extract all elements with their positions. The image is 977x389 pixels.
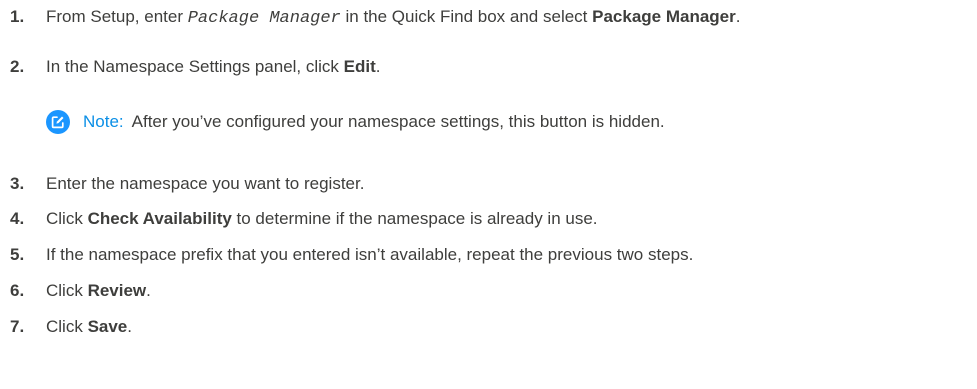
- step-text: .: [375, 57, 381, 76]
- ui-path-code: Package Manager: [187, 9, 341, 28]
- step-number: 7.: [10, 317, 25, 336]
- step-text: Enter the namespace you want to register…: [46, 174, 365, 193]
- note-label: Note:: [83, 112, 124, 131]
- step-number: 3.: [10, 174, 25, 193]
- step-number: 2.: [10, 57, 25, 76]
- step-number: 4.: [10, 209, 25, 228]
- step-text: to determine if the namespace is already…: [231, 209, 598, 228]
- step-2: 2. In the Namespace Settings panel, click…: [0, 55, 381, 79]
- step-text: Click: [46, 209, 88, 228]
- ui-element-name: Review: [87, 281, 147, 300]
- step-7: 7. Click Save.: [0, 315, 132, 339]
- step-4: 4. Click Check Availability to determine …: [0, 207, 598, 231]
- step-text: .: [127, 317, 132, 336]
- ui-element-name: Check Availability: [87, 209, 232, 228]
- step-text: .: [146, 281, 151, 300]
- ui-element-name: Edit: [343, 57, 376, 76]
- step-text: in the Quick Find box and select: [340, 7, 593, 26]
- ui-element-name: Package Manager: [592, 7, 736, 26]
- step-number: 1.: [10, 7, 25, 26]
- step-3: 3. Enter the namespace you want to regist…: [0, 172, 364, 196]
- step-text: Click: [46, 281, 88, 300]
- note-callout: Note: After you’ve configured your names…: [46, 109, 665, 135]
- step-number: 5.: [10, 245, 25, 264]
- step-number: 6.: [10, 281, 25, 300]
- step-text: In the Namespace Settings panel, click: [46, 57, 344, 76]
- edit-note-icon: [46, 110, 70, 134]
- note-text: After you’ve configured your namespace s…: [131, 112, 665, 131]
- procedure-steps: 1. From Setup, enter Package Manager in t…: [0, 0, 977, 389]
- step-text: From Setup, enter: [46, 7, 188, 26]
- step-6: 6. Click Review.: [0, 279, 151, 303]
- ui-element-name: Save: [87, 317, 128, 336]
- step-text: .: [735, 7, 741, 26]
- step-1: 1. From Setup, enter Package Manager in t…: [0, 5, 741, 31]
- step-text: If the namespace prefix that you entered…: [46, 245, 694, 264]
- step-text: Click: [46, 317, 88, 336]
- step-5: 5. If the namespace prefix that you enter…: [0, 243, 693, 267]
